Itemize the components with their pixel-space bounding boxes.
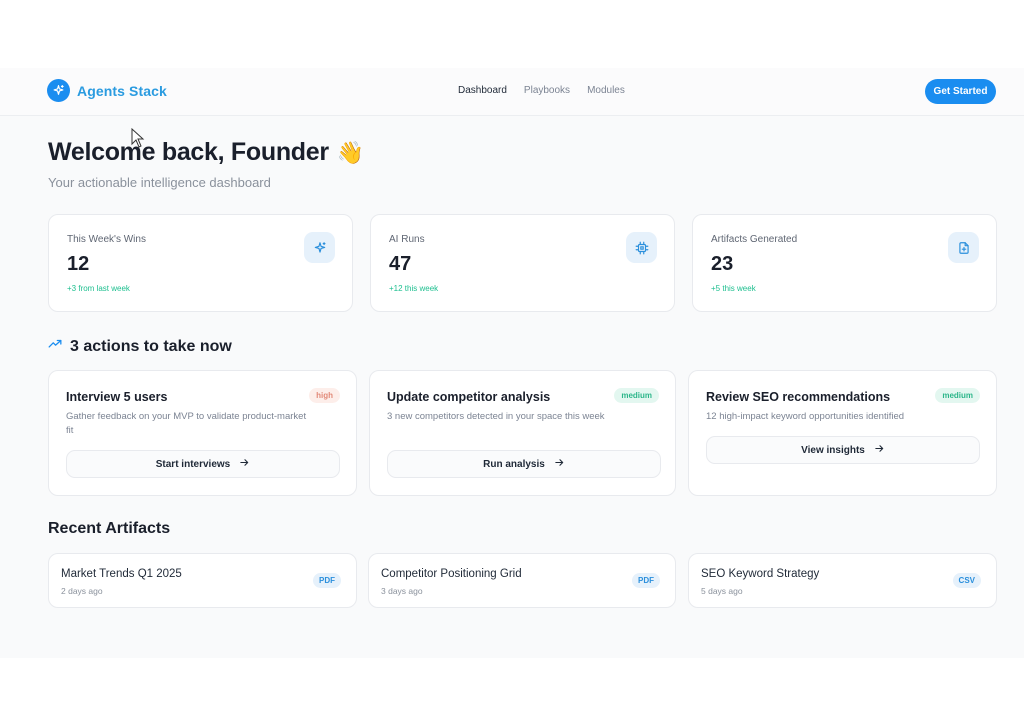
artifact-card-market-trends[interactable]: Market Trends Q1 2025 2 days ago PDF [48, 553, 357, 608]
file-type-badge: PDF [632, 573, 660, 588]
artifact-title: Market Trends Q1 2025 [61, 568, 182, 580]
nav-item-dashboard[interactable]: Dashboard [458, 85, 507, 96]
sparkle-icon [47, 79, 70, 102]
button-label: Run analysis [483, 458, 545, 470]
action-title: Interview 5 users [66, 390, 168, 404]
welcome-title-text: Welcome back, Founder [48, 138, 329, 166]
stat-value: 23 [711, 253, 734, 275]
actions-heading-text: 3 actions to take now [70, 337, 232, 355]
stat-card-ai-runs: AI Runs 47 +12 this week [370, 214, 675, 312]
artifact-title: Competitor Positioning Grid [381, 568, 522, 580]
stat-label: AI Runs [389, 234, 425, 245]
brand[interactable]: Agents Stack [47, 79, 167, 102]
button-label: View insights [801, 444, 865, 456]
stat-label: This Week's Wins [67, 234, 146, 245]
priority-badge: medium [935, 388, 980, 403]
artifact-time: 5 days ago [701, 586, 743, 596]
priority-badge: medium [614, 388, 659, 403]
file-type-badge: CSV [952, 573, 981, 588]
action-description: 12 high-impact keyword opportunities ide… [706, 411, 905, 422]
run-analysis-button[interactable]: Run analysis [387, 450, 661, 478]
action-title: Update competitor analysis [387, 390, 551, 404]
action-description: Gather feedback on your MVP to validate … [66, 411, 307, 436]
stat-label: Artifacts Generated [711, 234, 798, 245]
view-insights-button[interactable]: View insights [706, 436, 980, 464]
action-title: Review SEO recommendations [706, 390, 891, 404]
trending-up-icon [48, 337, 62, 356]
arrow-right-icon [239, 457, 250, 471]
file-plus-icon [948, 232, 979, 263]
nav-item-modules[interactable]: Modules [587, 85, 625, 96]
arrow-right-icon [554, 457, 565, 471]
stat-card-artifacts: Artifacts Generated 23 +5 this week [692, 214, 997, 312]
nav-item-playbooks[interactable]: Playbooks [524, 85, 570, 96]
actions-heading: 3 actions to take now [48, 337, 232, 356]
priority-badge: high [309, 388, 340, 403]
get-started-button[interactable]: Get Started [925, 79, 996, 104]
action-card-competitor: Update competitor analysis medium 3 new … [369, 370, 676, 496]
action-card-seo: Review SEO recommendations medium 12 hig… [688, 370, 997, 496]
file-type-badge: PDF [313, 573, 341, 588]
stat-delta: +12 this week [389, 284, 439, 293]
stat-card-wins: This Week's Wins 12 +3 from last week [48, 214, 353, 312]
artifact-time: 3 days ago [381, 586, 423, 596]
artifact-time: 2 days ago [61, 586, 103, 596]
button-label: Start interviews [155, 458, 231, 470]
action-description: 3 new competitors detected in your space… [387, 411, 605, 422]
main-nav: Dashboard Playbooks Modules [458, 85, 625, 96]
page-title: Welcome back, Founder 👋 [48, 138, 364, 167]
action-card-interview: Interview 5 users high Gather feedback o… [48, 370, 357, 496]
mouse-cursor-icon [131, 127, 145, 153]
start-interviews-button[interactable]: Start interviews [66, 450, 340, 478]
artifact-card-seo-strategy[interactable]: SEO Keyword Strategy 5 days ago CSV [688, 553, 997, 608]
artifact-card-competitor-grid[interactable]: Competitor Positioning Grid 3 days ago P… [368, 553, 676, 608]
cpu-icon [626, 232, 657, 263]
sparkle-icon [304, 232, 335, 263]
stat-value: 12 [67, 253, 90, 275]
stat-delta: +3 from last week [67, 284, 130, 293]
waving-hand-icon: 👋 [336, 139, 364, 165]
arrow-right-icon [874, 443, 885, 457]
stat-value: 47 [389, 253, 412, 275]
artifacts-heading: Recent Artifacts [48, 520, 171, 537]
artifact-title: SEO Keyword Strategy [701, 568, 820, 580]
page-subtitle: Your actionable intelligence dashboard [48, 175, 271, 190]
brand-name: Agents Stack [77, 82, 167, 99]
app-root: Agents Stack Dashboard Playbooks Modules… [0, 68, 1024, 658]
stat-delta: +5 this week [711, 284, 756, 293]
top-navbar: Agents Stack Dashboard Playbooks Modules… [0, 68, 1024, 116]
